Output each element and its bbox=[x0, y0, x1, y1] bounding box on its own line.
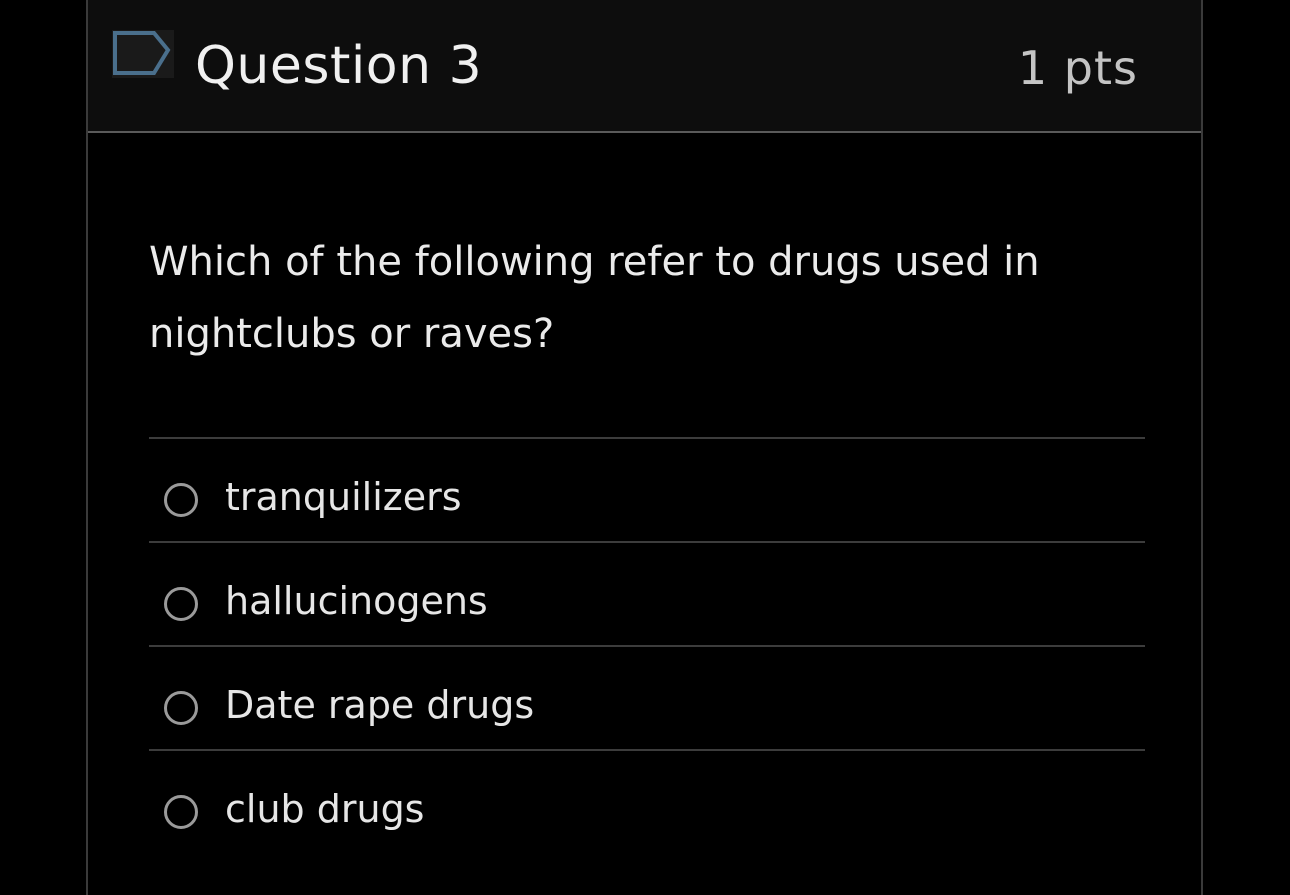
answer-list: tranquilizers hallucinogens Date rape dr… bbox=[149, 437, 1145, 853]
answer-option[interactable]: hallucinogens bbox=[149, 541, 1145, 645]
radio-button[interactable] bbox=[164, 483, 198, 517]
flag-icon[interactable] bbox=[112, 30, 174, 78]
answer-label[interactable]: club drugs bbox=[225, 785, 424, 833]
answer-option[interactable]: tranquilizers bbox=[149, 437, 1145, 541]
answer-option[interactable]: Date rape drugs bbox=[149, 645, 1145, 749]
answer-label[interactable]: Date rape drugs bbox=[225, 681, 534, 729]
answer-label[interactable]: hallucinogens bbox=[225, 577, 488, 625]
radio-button[interactable] bbox=[164, 691, 198, 725]
question-points: 1 pts bbox=[1017, 41, 1138, 95]
radio-button[interactable] bbox=[164, 587, 198, 621]
answer-option[interactable]: club drugs bbox=[149, 749, 1145, 853]
question-title: Question 3 bbox=[195, 36, 483, 96]
question-header: Question 3 1 pts bbox=[88, 0, 1201, 133]
radio-button[interactable] bbox=[164, 795, 198, 829]
question-card: Question 3 1 pts Which of the following … bbox=[86, 0, 1203, 895]
answer-label[interactable]: tranquilizers bbox=[225, 473, 462, 521]
question-text: Which of the following refer to drugs us… bbox=[149, 239, 1040, 357]
